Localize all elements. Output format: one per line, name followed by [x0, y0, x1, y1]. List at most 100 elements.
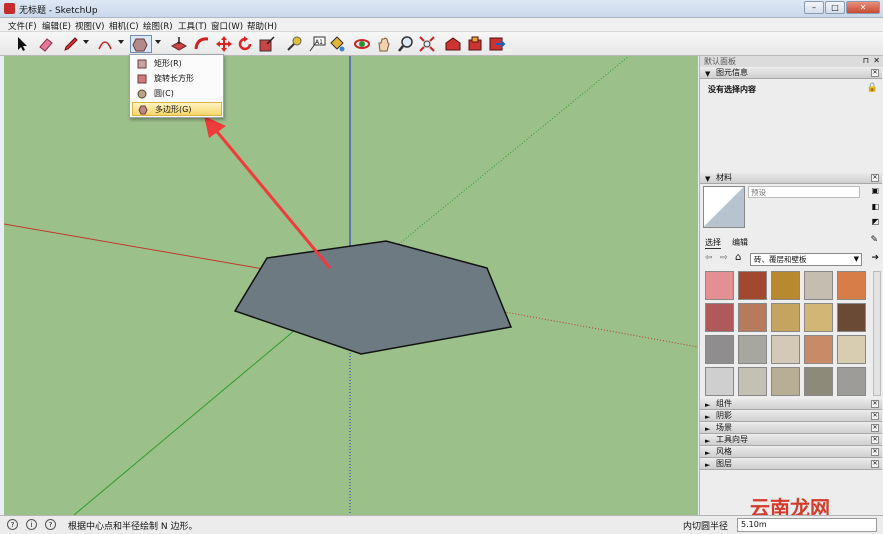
- material-sample-icon[interactable]: ▣: [871, 186, 879, 195]
- section-scenes[interactable]: ► 场景 ✕: [700, 423, 882, 434]
- eraser-icon[interactable]: [37, 35, 55, 53]
- expand-triangle-icon: ►: [705, 425, 711, 433]
- material-swatch[interactable]: [804, 335, 833, 364]
- push-pull-icon[interactable]: [170, 35, 188, 53]
- tab-edit[interactable]: 编辑: [732, 237, 748, 248]
- menu-camera[interactable]: 相机(C): [109, 20, 139, 32]
- pencil-dropdown-arrow-icon[interactable]: [83, 40, 89, 44]
- shapes-icon[interactable]: [130, 35, 152, 53]
- menu-item-rectangle[interactable]: 矩形(R): [132, 57, 222, 71]
- section-close-icon[interactable]: ✕: [871, 460, 879, 468]
- material-swatch[interactable]: [771, 335, 800, 364]
- menu-item-polygon[interactable]: 多边形(G): [132, 102, 222, 116]
- section-close-icon[interactable]: ✕: [871, 412, 879, 420]
- home-icon[interactable]: ⌂: [735, 252, 741, 263]
- material-swatch[interactable]: [705, 367, 734, 396]
- text-icon[interactable]: A1: [308, 35, 326, 53]
- menu-tools[interactable]: 工具(T): [178, 20, 207, 32]
- material-name-field[interactable]: 预设: [748, 186, 860, 198]
- pencil-icon[interactable]: [62, 35, 80, 53]
- menu-help[interactable]: 帮助(H): [247, 20, 277, 32]
- orbit-icon[interactable]: [353, 35, 371, 53]
- material-swatch[interactable]: [837, 335, 866, 364]
- credits-icon[interactable]: i: [26, 519, 37, 530]
- shapes-dropdown-arrow-icon[interactable]: [155, 40, 161, 44]
- materials-header[interactable]: ▼ 材料 ✕: [700, 173, 882, 184]
- menu-draw[interactable]: 绘图(R): [143, 20, 173, 32]
- material-swatch[interactable]: [738, 367, 767, 396]
- measurement-input[interactable]: 5.10m: [737, 518, 877, 532]
- section-close-icon[interactable]: ✕: [871, 448, 879, 456]
- material-swatch[interactable]: [738, 303, 767, 332]
- material-swatch[interactable]: [738, 271, 767, 300]
- warehouse-icon[interactable]: [444, 35, 462, 53]
- material-swatch[interactable]: [705, 271, 734, 300]
- tape-measure-icon[interactable]: [285, 35, 303, 53]
- material-swatch[interactable]: [705, 335, 734, 364]
- material-swatch[interactable]: [705, 303, 734, 332]
- section-styles[interactable]: ► 风格 ✕: [700, 447, 882, 458]
- section-instructor[interactable]: ► 工具向导 ✕: [700, 435, 882, 446]
- menu-edit[interactable]: 编辑(E): [42, 20, 71, 32]
- menu-window[interactable]: 窗口(W): [211, 20, 243, 32]
- section-close-icon[interactable]: ✕: [871, 174, 879, 182]
- zoom-icon[interactable]: [397, 35, 415, 53]
- entity-info-header[interactable]: ▼ 图元信息 ✕: [700, 68, 882, 79]
- menu-item-label: 多边形(G): [155, 105, 192, 114]
- arc-dropdown-arrow-icon[interactable]: [118, 40, 124, 44]
- material-swatch[interactable]: [804, 367, 833, 396]
- menu-item-label: 旋转长方形: [154, 74, 194, 83]
- material-swatch[interactable]: [837, 271, 866, 300]
- menu-item-circle[interactable]: 圆(C): [132, 87, 222, 101]
- section-shadows[interactable]: ► 阴影 ✕: [700, 411, 882, 422]
- geo-location-icon[interactable]: ?: [7, 519, 18, 530]
- entity-lock-icon[interactable]: 🔒: [867, 83, 878, 93]
- components-icon[interactable]: [466, 35, 484, 53]
- tray-close-icon[interactable]: ✕: [873, 56, 880, 65]
- model-viewport[interactable]: [4, 56, 698, 515]
- section-close-icon[interactable]: ✕: [871, 69, 879, 77]
- menu-file[interactable]: 文件(F): [8, 20, 37, 32]
- section-close-icon[interactable]: ✕: [871, 436, 879, 444]
- annotation-arrowhead: [204, 116, 226, 138]
- section-layers[interactable]: ► 图层 ✕: [700, 459, 882, 470]
- eyedropper-icon[interactable]: ✎: [870, 235, 878, 245]
- material-swatch[interactable]: [804, 303, 833, 332]
- menu-view[interactable]: 视图(V): [75, 20, 104, 32]
- maximize-button[interactable]: □: [825, 1, 845, 14]
- material-swatch[interactable]: [837, 303, 866, 332]
- back-icon[interactable]: ⇦: [705, 253, 713, 263]
- tray-pin-icon[interactable]: ⊓: [863, 56, 869, 65]
- section-close-icon[interactable]: ✕: [871, 424, 879, 432]
- share-icon[interactable]: [488, 35, 506, 53]
- material-swatch[interactable]: [771, 271, 800, 300]
- forward-icon[interactable]: ⇨: [720, 253, 728, 263]
- rotate-icon[interactable]: [236, 35, 254, 53]
- material-edit-icon[interactable]: ◩: [871, 217, 879, 226]
- material-scrollbar[interactable]: [873, 271, 881, 396]
- paint-bucket-icon[interactable]: [328, 35, 346, 53]
- select-icon[interactable]: [12, 35, 30, 53]
- pan-icon[interactable]: [375, 35, 393, 53]
- scale-icon[interactable]: [258, 35, 276, 53]
- tab-select[interactable]: 选择: [705, 237, 721, 249]
- material-swatch[interactable]: [804, 271, 833, 300]
- material-swatch[interactable]: [837, 367, 866, 396]
- material-library-select[interactable]: 砖、覆层和壁板 ▼: [750, 253, 862, 266]
- material-swatch[interactable]: [738, 335, 767, 364]
- arc-icon[interactable]: [96, 35, 114, 53]
- close-button[interactable]: ✕: [846, 1, 880, 14]
- zoom-extents-icon[interactable]: [418, 35, 436, 53]
- material-swatch[interactable]: [771, 367, 800, 396]
- instructor-icon[interactable]: ?: [45, 519, 56, 530]
- window-title: 无标题 - SketchUp: [19, 6, 98, 16]
- menu-item-rotated-rectangle[interactable]: 旋转长方形: [132, 72, 222, 86]
- material-swatch[interactable]: [771, 303, 800, 332]
- material-create-icon[interactable]: ◧: [871, 202, 879, 211]
- minimize-button[interactable]: –: [804, 1, 824, 14]
- section-close-icon[interactable]: ✕: [871, 400, 879, 408]
- details-arrow-icon[interactable]: ➔: [871, 253, 879, 263]
- section-components[interactable]: ► 组件 ✕: [700, 399, 882, 410]
- move-icon[interactable]: [215, 35, 233, 53]
- follow-me-icon[interactable]: [193, 35, 211, 53]
